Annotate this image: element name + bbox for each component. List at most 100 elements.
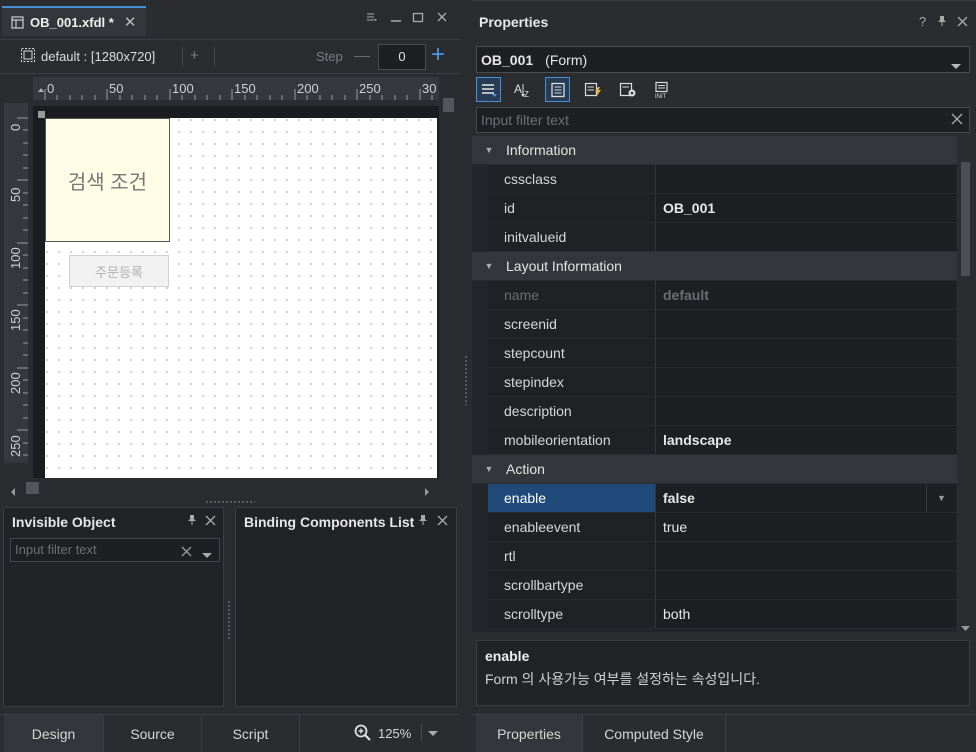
tab-properties[interactable]: Properties <box>476 715 583 752</box>
minimize-icon[interactable] <box>390 11 402 26</box>
add-layout-icon[interactable]: + <box>190 47 199 64</box>
clear-filter-icon[interactable] <box>181 545 192 560</box>
property-value[interactable] <box>656 165 956 193</box>
properties-title: Properties <box>479 14 549 30</box>
close-panel-icon[interactable] <box>437 514 448 529</box>
property-row-description[interactable]: description <box>488 397 956 426</box>
ruler-label: 150 <box>234 81 256 96</box>
property-row-stepindex[interactable]: stepindex <box>488 368 956 397</box>
init-view-icon[interactable]: INIT <box>649 77 674 102</box>
chevron-down-icon[interactable] <box>428 730 439 737</box>
property-row-scrolltype[interactable]: scrolltype both <box>488 600 956 629</box>
ruler-label: 50 <box>109 81 124 96</box>
scroll-right-icon[interactable] <box>424 484 430 499</box>
events-view-icon[interactable] <box>580 77 605 102</box>
step-input[interactable]: 0 <box>378 44 426 70</box>
property-name: scrolltype <box>488 600 656 628</box>
property-name: cssclass <box>488 165 656 193</box>
panel-splitter-grip[interactable] <box>227 600 231 640</box>
panel-splitter-grip[interactable] <box>205 500 255 504</box>
properties-panel: Properties ? OB_001 (Form) AZ INIT Input… <box>472 0 976 752</box>
main-splitter[interactable] <box>460 0 472 752</box>
pin-icon[interactable] <box>418 514 428 529</box>
category-information[interactable]: ▼ Information <box>472 136 957 165</box>
canvas-corner-handle[interactable] <box>38 111 45 118</box>
property-name: id <box>488 194 656 222</box>
canvas-vertical-scrollbar[interactable] <box>443 98 454 112</box>
tab-source[interactable]: Source <box>104 715 202 752</box>
close-panel-icon[interactable] <box>205 514 216 529</box>
tab-design[interactable]: Design <box>4 715 104 752</box>
order-register-button[interactable]: 주문등록 <box>69 255 169 287</box>
property-value[interactable] <box>656 310 956 338</box>
property-row-mobileorientation[interactable]: mobileorientation landscape <box>488 426 956 455</box>
property-value[interactable] <box>656 339 956 367</box>
property-value[interactable]: OB_001 <box>656 194 956 222</box>
step-minus-icon[interactable] <box>354 56 370 57</box>
document-tab[interactable]: OB_001.xfdl * ✕ <box>2 6 146 36</box>
property-row-id[interactable]: id OB_001 <box>488 194 956 223</box>
category-action[interactable]: ▼ Action <box>472 455 957 484</box>
vertical-ruler: 0 50 100 150 200 250 <box>4 103 28 463</box>
close-editor-icon[interactable] <box>436 11 448 26</box>
tab-list-icon[interactable] <box>366 11 378 26</box>
svg-text:INIT: INIT <box>655 94 667 99</box>
styles-view-icon[interactable] <box>615 77 640 102</box>
clear-filter-icon[interactable] <box>951 113 963 128</box>
description-title: enable <box>485 648 530 664</box>
category-layout-information[interactable]: ▼ Layout Information <box>472 252 957 281</box>
step-plus-icon[interactable]: + <box>431 43 445 67</box>
property-name: rtl <box>488 542 656 570</box>
property-name: mobileorientation <box>488 426 656 454</box>
property-row-screenid[interactable]: screenid <box>488 310 956 339</box>
property-value[interactable]: landscape <box>656 426 956 454</box>
layout-selector[interactable]: default : [1280x720] <box>41 49 155 64</box>
property-row-cssclass[interactable]: cssclass <box>488 165 956 194</box>
property-value[interactable]: true <box>656 513 956 541</box>
scroll-left-icon[interactable] <box>10 484 16 499</box>
ruler-up-icon[interactable] <box>37 82 45 97</box>
scroll-down-icon[interactable] <box>961 620 970 635</box>
scrollbar-thumb[interactable] <box>961 162 970 276</box>
sort-alpha-icon[interactable]: AZ <box>510 77 535 102</box>
category-view-icon[interactable] <box>476 77 501 102</box>
property-value[interactable] <box>656 397 956 425</box>
screen-layout-icon[interactable] <box>20 47 36 66</box>
collapse-icon: ▼ <box>484 261 494 271</box>
property-value[interactable] <box>656 542 956 570</box>
chevron-down-icon[interactable] <box>202 547 212 562</box>
canvas-horizontal-scrollbar[interactable] <box>26 482 39 494</box>
editor-view-tabs: Design Source Script 125% <box>0 714 460 752</box>
property-value[interactable]: false ▼ <box>656 484 956 512</box>
zoom-control[interactable]: 125% <box>354 724 439 742</box>
properties-view-icon[interactable] <box>545 77 570 102</box>
toolbar-divider <box>214 47 215 67</box>
tab-computed-style[interactable]: Computed Style <box>583 715 726 752</box>
property-row-rtl[interactable]: rtl <box>488 542 956 571</box>
help-icon[interactable]: ? <box>919 14 926 29</box>
close-panel-icon[interactable] <box>957 15 968 30</box>
property-row-initvalueid[interactable]: initvalueid <box>488 223 956 252</box>
ruler-label: 0 <box>47 81 55 96</box>
chevron-down-icon[interactable]: ▼ <box>926 484 956 512</box>
property-row-enable[interactable]: enable false ▼ <box>488 484 956 513</box>
horizontal-ruler: 0 50 100 150 200 250 30 <box>33 77 439 100</box>
property-value[interactable] <box>656 223 956 251</box>
object-selector[interactable]: OB_001 (Form) <box>476 46 970 73</box>
search-condition-box[interactable]: 검색 조건 <box>45 118 170 242</box>
property-row-enableevent[interactable]: enableevent true <box>488 513 956 542</box>
property-value[interactable] <box>656 368 956 396</box>
property-filter-input[interactable]: Input filter text <box>476 107 970 133</box>
property-value[interactable] <box>656 571 956 599</box>
pin-icon[interactable] <box>937 15 947 30</box>
panel-border <box>472 0 976 1</box>
ruler-label: 250 <box>8 435 23 457</box>
property-row-stepcount[interactable]: stepcount <box>488 339 956 368</box>
maximize-icon[interactable] <box>412 11 424 26</box>
property-value[interactable]: both <box>656 600 956 628</box>
property-row-scrollbartype[interactable]: scrollbartype <box>488 571 956 600</box>
close-tab-icon[interactable]: ✕ <box>124 13 137 31</box>
description-text: Form 의 사용가능 여부를 설정하는 속성입니다. <box>485 671 760 687</box>
pin-icon[interactable] <box>187 514 197 529</box>
tab-script[interactable]: Script <box>202 715 300 752</box>
